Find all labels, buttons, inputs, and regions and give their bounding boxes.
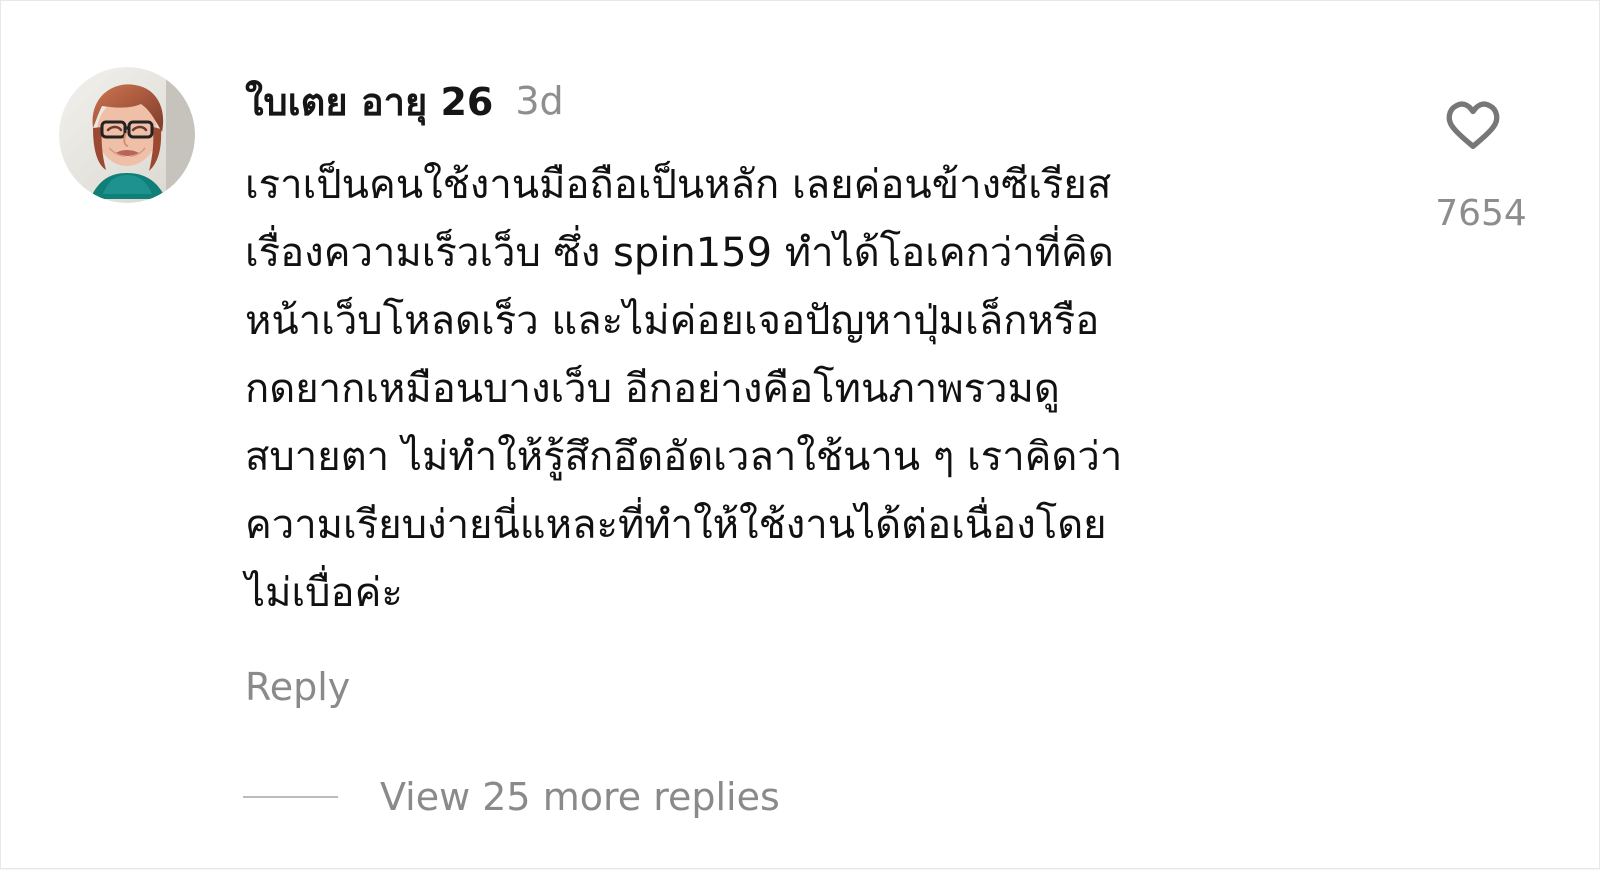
reply-button[interactable]: Reply bbox=[245, 665, 350, 709]
comment-body: เราเป็นคนใช้งานมือถือเป็นหลัก เลยค่อนข้า… bbox=[245, 162, 1123, 616]
like-area: 7654 bbox=[1429, 93, 1549, 251]
view-replies-label: View 25 more replies bbox=[380, 775, 780, 819]
like-button[interactable] bbox=[1442, 95, 1504, 157]
like-count: 7654 bbox=[1435, 193, 1527, 234]
timestamp: 3d bbox=[515, 79, 564, 123]
comment-card: ใบเตย อายุ 26 3d เราเป็นคนใช้งานมือถือเป… bbox=[0, 0, 1600, 869]
user-avatar-icon bbox=[59, 67, 195, 203]
username[interactable]: ใบเตย อายุ 26 bbox=[245, 71, 493, 132]
comment-header: ใบเตย อายุ 26 3d bbox=[245, 75, 564, 127]
comment-item: ใบเตย อายุ 26 3d เราเป็นคนใช้งานมือถือเป… bbox=[1, 1, 1600, 870]
heart-icon bbox=[1446, 101, 1500, 150]
view-replies-button[interactable]: View 25 more replies bbox=[243, 771, 780, 823]
replies-divider bbox=[243, 796, 338, 798]
avatar[interactable] bbox=[59, 67, 195, 203]
